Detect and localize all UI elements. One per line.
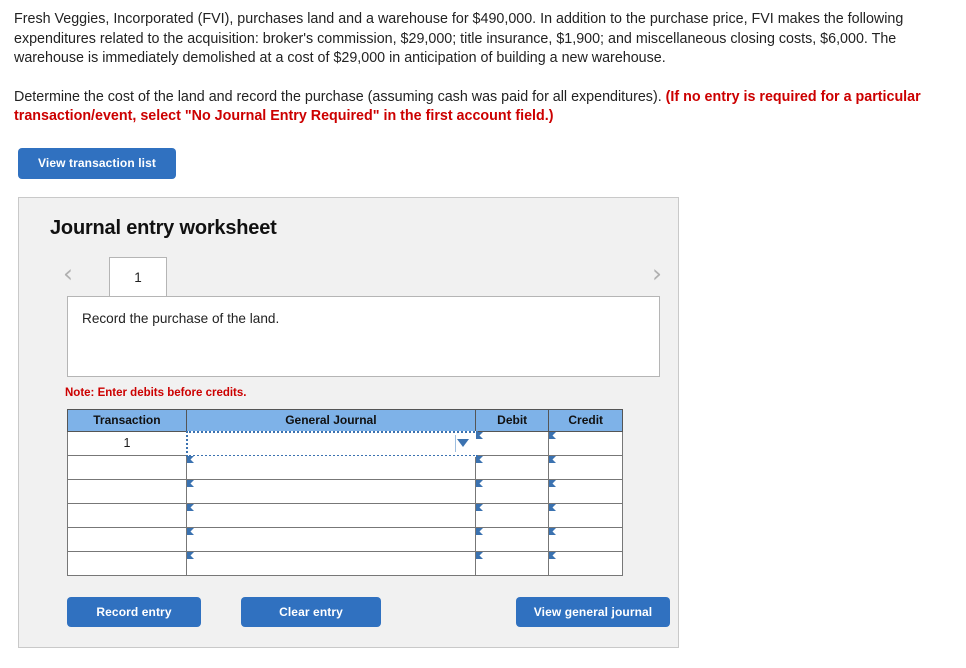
table-header-row: Transaction General Journal Debit Credit [67, 408, 623, 432]
cell-transaction-4 [67, 502, 187, 528]
debits-before-credits-note: Note: Enter debits before credits. [65, 386, 247, 399]
cell-marker-icon [475, 479, 483, 487]
dropdown-separator [454, 434, 456, 452]
cell-marker-icon [549, 455, 557, 463]
column-header-general-journal: General Journal [185, 408, 476, 432]
cell-debit-2[interactable] [474, 454, 550, 480]
table-row [67, 502, 623, 528]
cell-marker-icon [549, 551, 557, 559]
selection-outline [185, 430, 478, 457]
table-row [67, 526, 623, 552]
cell-general-journal-5[interactable] [185, 526, 476, 552]
cell-debit-5[interactable] [474, 526, 550, 552]
cell-marker-icon [475, 551, 483, 559]
chevron-right-icon[interactable]: › [644, 259, 670, 290]
cell-credit-3[interactable] [548, 478, 623, 504]
worksheet-tabstrip: ‹ 1 › [19, 256, 678, 296]
cell-debit-1[interactable] [474, 430, 550, 456]
table-row [67, 478, 623, 504]
cell-debit-4[interactable] [474, 502, 550, 528]
cell-general-journal-2[interactable] [185, 454, 476, 480]
cell-credit-4[interactable] [548, 502, 623, 528]
column-header-debit: Debit [474, 408, 550, 432]
cell-marker-icon [549, 479, 557, 487]
journal-table-wrapper: Transaction General Journal Debit Credit… [67, 408, 678, 576]
cell-debit-3[interactable] [474, 478, 550, 504]
table-row [67, 454, 623, 480]
clear-entry-button[interactable]: Clear entry [241, 596, 381, 627]
cell-marker-icon [186, 551, 194, 559]
cell-transaction-2 [67, 454, 187, 480]
cell-general-journal-4[interactable] [185, 502, 476, 528]
cell-transaction-1: 1 [67, 430, 187, 456]
cell-marker-icon [475, 431, 483, 439]
chevron-left-icon[interactable]: ‹ [55, 259, 81, 290]
cell-transaction-3 [67, 478, 187, 504]
cell-marker-icon [186, 479, 194, 487]
cell-marker-icon [549, 503, 557, 511]
cell-marker-icon [186, 527, 194, 535]
worksheet-tab-1[interactable]: 1 [109, 256, 167, 296]
cell-marker-icon [475, 503, 483, 511]
cell-credit-6[interactable] [548, 550, 623, 576]
view-general-journal-button[interactable]: View general journal [516, 596, 670, 627]
cell-marker-icon [475, 455, 483, 463]
cell-general-journal-6[interactable] [185, 550, 476, 576]
cell-credit-2[interactable] [548, 454, 623, 480]
question-paragraph-2-plain: Determine the cost of the land and recor… [14, 88, 666, 105]
cell-debit-6[interactable] [474, 550, 550, 576]
record-entry-button[interactable]: Record entry [67, 596, 201, 627]
chevron-down-icon[interactable] [456, 439, 469, 447]
table-row: 1 [67, 430, 623, 457]
worksheet-description: Record the purchase of the land. [67, 295, 660, 377]
journal-entry-table: Transaction General Journal Debit Credit… [67, 408, 623, 576]
column-header-credit: Credit [548, 408, 623, 432]
question-paragraph-2: Determine the cost of the land and recor… [14, 88, 944, 127]
journal-entry-worksheet-panel: Journal entry worksheet ‹ 1 › Record the… [18, 196, 679, 648]
cell-marker-icon [475, 527, 483, 535]
column-header-transaction: Transaction [67, 408, 187, 432]
cell-marker-icon [186, 503, 194, 511]
table-row [67, 550, 623, 576]
cell-marker-icon [549, 431, 557, 439]
view-transaction-list-button[interactable]: View transaction list [18, 147, 176, 179]
cell-credit-5[interactable] [548, 526, 623, 552]
cell-credit-1[interactable] [548, 430, 623, 456]
cell-marker-icon [186, 455, 194, 463]
cell-transaction-5 [67, 526, 187, 552]
question-paragraph-1: Fresh Veggies, Incorporated (FVI), purch… [14, 11, 904, 66]
cell-transaction-6 [67, 550, 187, 576]
worksheet-title: Journal entry worksheet [50, 216, 277, 239]
question-block: Fresh Veggies, Incorporated (FVI), purch… [0, 0, 966, 127]
cell-general-journal-3[interactable] [185, 478, 476, 504]
cell-marker-icon [549, 527, 557, 535]
worksheet-footer-buttons: Record entry Clear entry View general jo… [67, 596, 678, 627]
cell-general-journal-1[interactable] [185, 430, 478, 457]
